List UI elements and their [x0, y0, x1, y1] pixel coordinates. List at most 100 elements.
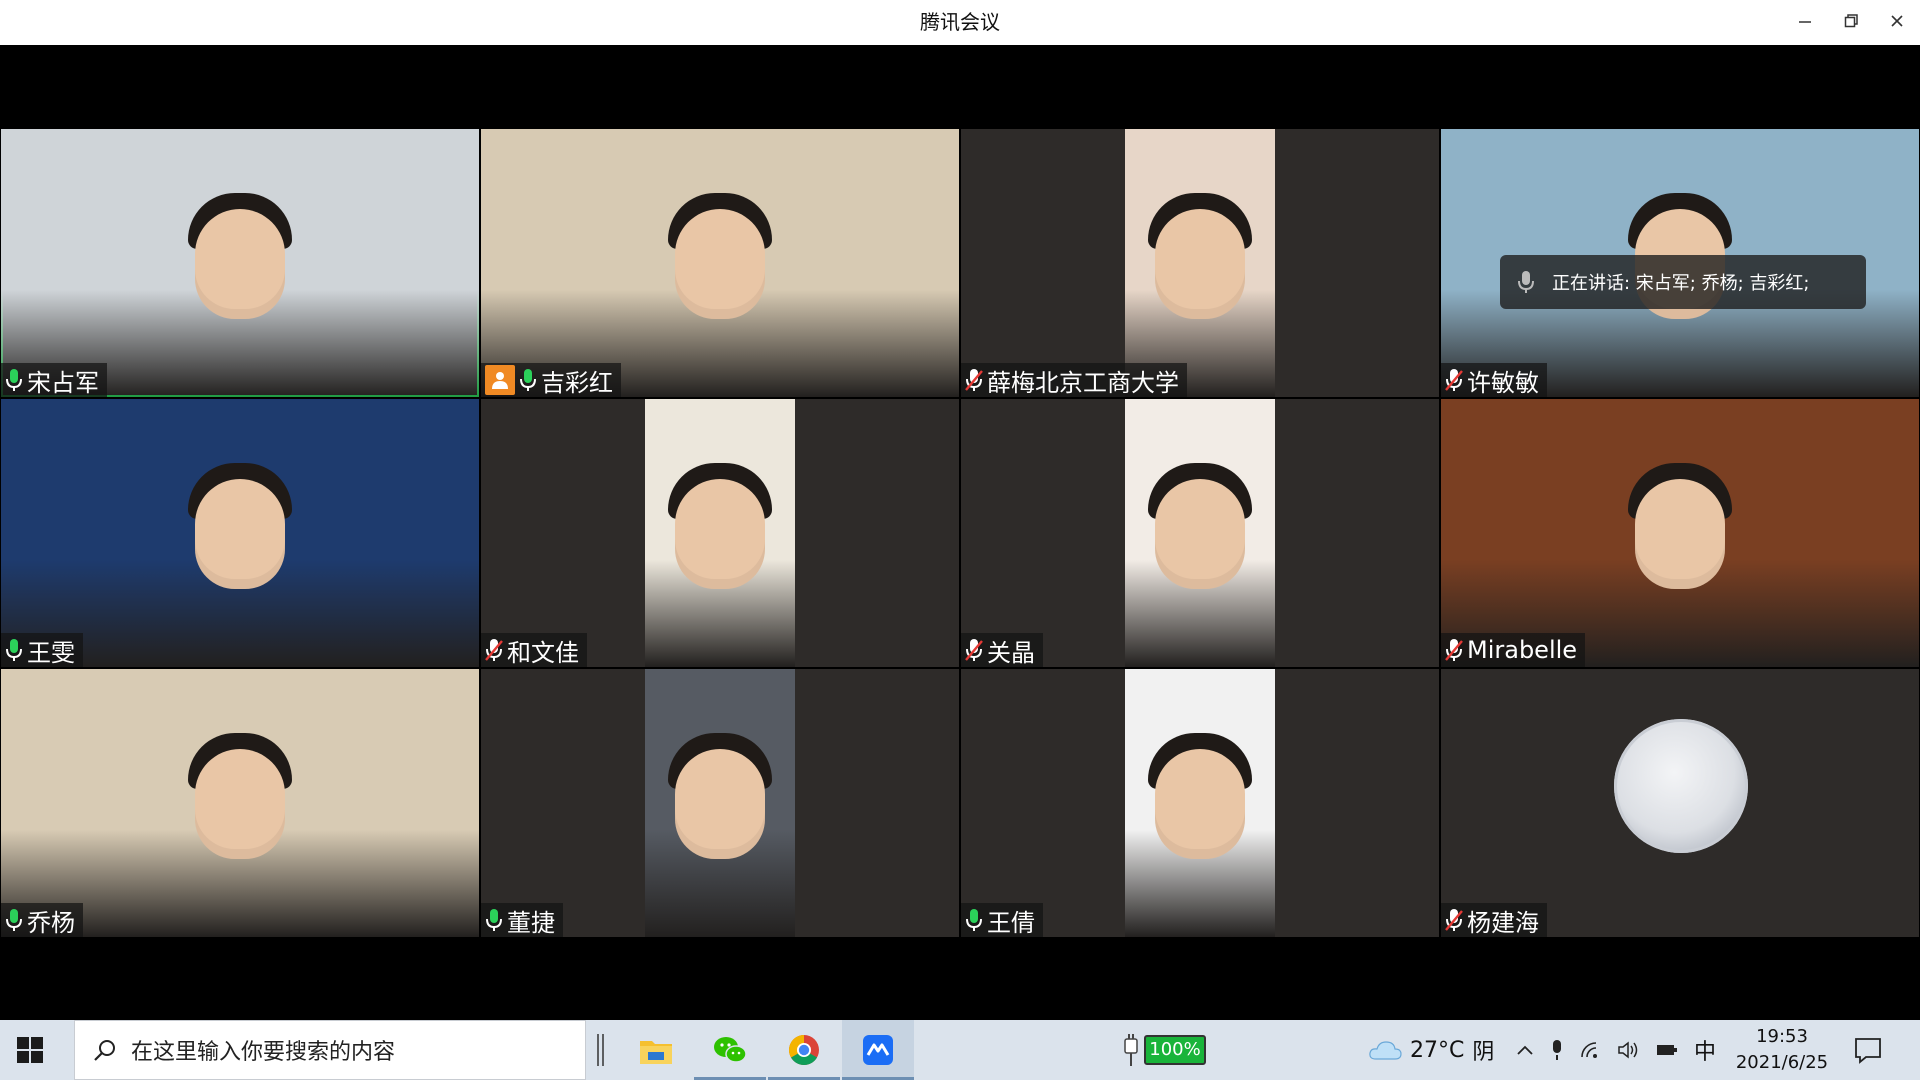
video-tile[interactable]: 和文佳 — [481, 399, 959, 667]
file-explorer-button[interactable] — [620, 1020, 692, 1080]
video-tile[interactable]: 乔杨 — [1, 669, 479, 937]
network-button[interactable] — [1580, 1041, 1602, 1059]
taskbar: 在这里输入你要搜索的内容 100% 27°C 阴 中 19:53 2021/6/… — [0, 1020, 1920, 1080]
participant-nameplate: 乔杨 — [1, 903, 83, 937]
task-view-button[interactable] — [596, 1032, 606, 1068]
tencent-meeting-icon — [863, 1035, 893, 1065]
show-hidden-icons-button[interactable] — [1516, 1044, 1534, 1056]
start-button[interactable] — [16, 1036, 44, 1064]
participant-nameplate: 和文佳 — [481, 633, 587, 667]
microphone-icon — [1518, 271, 1534, 293]
folder-icon — [640, 1041, 672, 1064]
microphone-muted-icon — [965, 639, 983, 661]
chrome-button[interactable] — [768, 1020, 840, 1080]
participant-nameplate: 董捷 — [481, 903, 563, 937]
title-bar: 腾讯会议 — [0, 0, 1920, 45]
system-tray: 中 — [1516, 1032, 1732, 1068]
video-tile[interactable]: 薛梅北京工商大学 — [961, 129, 1439, 397]
microphone-icon — [6, 909, 22, 931]
minimize-button[interactable] — [1782, 0, 1828, 45]
microphone-icon — [1553, 1040, 1561, 1060]
participant-nameplate: 杨建海 — [1441, 903, 1547, 937]
microphone-muted-icon — [1445, 369, 1463, 391]
participant-nameplate: Mirabelle — [1441, 633, 1586, 667]
search-icon — [94, 1040, 115, 1061]
microphone-tray-button[interactable] — [1550, 1039, 1564, 1061]
person-silhouette — [195, 479, 285, 590]
participant-nameplate: 王雯 — [1, 633, 83, 667]
action-center-button[interactable] — [1852, 1034, 1884, 1066]
participant-name: 王雯 — [27, 638, 75, 667]
participant-name: 董捷 — [507, 908, 555, 937]
weather-widget[interactable]: 27°C 阴 — [1368, 1032, 1494, 1068]
participant-nameplate: 宋占军 — [1, 363, 107, 397]
video-feed — [1, 669, 479, 937]
participant-nameplate: 薛梅北京工商大学 — [961, 363, 1187, 397]
participant-name: 薛梅北京工商大学 — [987, 368, 1179, 397]
video-tile[interactable]: 杨建海 — [1441, 669, 1919, 937]
video-feed — [1, 129, 479, 397]
microphone-icon — [486, 909, 502, 931]
participant-nameplate: 许敏敏 — [1441, 363, 1547, 397]
video-tile[interactable]: 宋占军 — [1, 129, 479, 397]
participant-nameplate: 关晶 — [961, 633, 1043, 667]
wifi-icon — [1581, 1042, 1597, 1058]
avatar — [1614, 719, 1748, 853]
clock-time: 19:53 — [1756, 1026, 1808, 1047]
close-icon — [1891, 15, 1903, 27]
battery-percent: 100% — [1144, 1035, 1206, 1065]
video-feed — [1441, 399, 1919, 667]
taskbar-search-input[interactable]: 在这里输入你要搜索的内容 — [74, 1020, 586, 1080]
video-feed — [1125, 669, 1275, 937]
video-tile[interactable]: 王雯 — [1, 399, 479, 667]
microphone-muted-icon — [1445, 909, 1463, 931]
participant-name: 王倩 — [987, 908, 1035, 937]
clock-date: 2021/6/25 — [1735, 1052, 1829, 1073]
clock-button[interactable]: 19:53 2021/6/25 — [1734, 1024, 1830, 1076]
microphone-icon — [966, 909, 982, 931]
windows-logo-icon — [17, 1037, 43, 1063]
video-tile[interactable]: 王倩 — [961, 669, 1439, 937]
person-silhouette — [195, 209, 285, 320]
weather-temperature: 27°C — [1410, 1037, 1465, 1063]
speaking-indicator: 正在讲话: 宋占军; 乔杨; 吉彩红; — [1500, 255, 1866, 309]
close-button[interactable] — [1874, 0, 1920, 45]
person-silhouette — [675, 749, 765, 860]
minimize-icon — [1799, 21, 1811, 23]
video-tile[interactable]: 董捷 — [481, 669, 959, 937]
microphone-muted-icon — [485, 639, 503, 661]
participant-nameplate: 吉彩红 — [481, 363, 621, 397]
video-grid: 宋占军 吉彩红 薛梅北京工商大学 许敏敏王雯 和文佳 关晶 Mirabelle 乔杨 董捷 王倩 杨… — [0, 128, 1920, 938]
window-title: 腾讯会议 — [920, 10, 1000, 34]
video-feed — [481, 129, 959, 397]
wechat-icon — [714, 1037, 747, 1063]
battery-icon — [1657, 1045, 1677, 1055]
battery-widget[interactable]: 100% — [1122, 1032, 1206, 1068]
person-silhouette — [1635, 479, 1725, 590]
volume-button[interactable] — [1618, 1041, 1640, 1059]
chevron-up-icon — [1517, 1045, 1533, 1055]
video-tile[interactable]: Mirabelle — [1441, 399, 1919, 667]
tencent-meeting-button[interactable] — [842, 1020, 914, 1080]
person-silhouette — [1155, 479, 1245, 590]
speaking-text: 正在讲话: 宋占军; 乔杨; 吉彩红; — [1552, 273, 1810, 294]
participant-name: 宋占军 — [27, 368, 99, 397]
participant-nameplate: 王倩 — [961, 903, 1043, 937]
video-feed — [645, 669, 795, 937]
video-feed — [1125, 129, 1275, 397]
video-feed — [1, 399, 479, 667]
wechat-button[interactable] — [694, 1020, 766, 1080]
battery-tray-button[interactable] — [1656, 1043, 1678, 1057]
person-silhouette — [675, 479, 765, 590]
video-tile[interactable]: 关晶 — [961, 399, 1439, 667]
person-silhouette — [195, 749, 285, 860]
input-method-button[interactable]: 中 — [1694, 1034, 1716, 1066]
video-feed — [1125, 399, 1275, 667]
speaker-icon — [1618, 1041, 1638, 1059]
power-plug-icon — [1124, 1034, 1138, 1066]
host-icon — [492, 372, 508, 389]
microphone-icon — [6, 639, 22, 661]
restore-button[interactable] — [1828, 0, 1874, 45]
video-tile[interactable]: 吉彩红 — [481, 129, 959, 397]
notification-icon — [1855, 1038, 1881, 1064]
